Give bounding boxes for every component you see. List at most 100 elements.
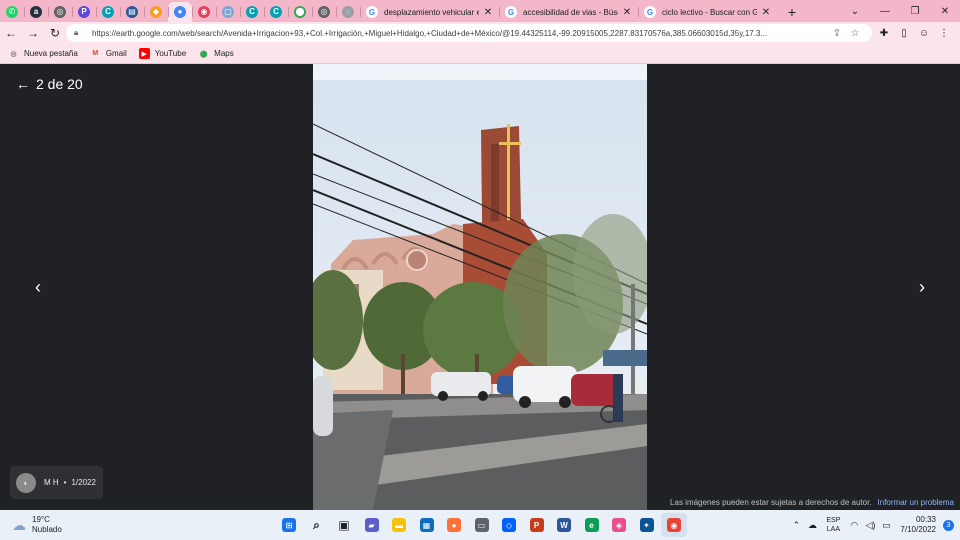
system-tray: ⌃ ☁ ESP LAA ◠ ◁) ▭ 00:33 7/10/2022 3 — [788, 510, 954, 540]
url-text[interactable]: https://earth.google.com/web/search/Aven… — [92, 29, 828, 38]
cloud-icon: ☁ — [12, 516, 26, 533]
edge-icon: e — [584, 518, 599, 532]
taskbar-app-button[interactable]: ◉ — [661, 513, 687, 537]
pinned-tab[interactable]: C — [240, 2, 264, 22]
taskbar-apps: ⊞ ⌕ ▣ ▰ ▬ ▦ ● ▭ ◇ P We ◈ ✦ ◉ — [276, 513, 689, 537]
chevron-up-icon[interactable]: ⌃ — [788, 520, 804, 531]
firefox-icon: ● — [447, 518, 461, 532]
pinned-tab[interactable]: ● — [168, 2, 192, 22]
taskbar-app-button[interactable]: e — [579, 513, 605, 537]
weather-widget[interactable]: ☁ 19°C Nublado — [12, 515, 62, 535]
tab-title: desplazamiento vehicular em — [384, 7, 479, 17]
bookmark-youtube[interactable]: ▶ YouTube — [138, 48, 187, 59]
taskbar-app-button[interactable]: ▭ — [469, 513, 495, 537]
photo-date: 1/2022 — [71, 478, 96, 487]
taskbar-app-button[interactable]: ⌕ — [304, 513, 330, 537]
taskbar-app-button[interactable]: ◈ — [606, 513, 632, 537]
notification-badge[interactable]: 3 — [943, 519, 954, 531]
report-problem-link[interactable]: Informar un problema — [878, 498, 954, 507]
wifi-icon[interactable]: ◠ — [846, 520, 862, 531]
tab-accesibilidad[interactable]: G accesibilidad de vias - Búsqueda ✕ — [499, 2, 638, 22]
previous-photo-button[interactable]: ‹ — [26, 272, 50, 302]
bookmark-label: YouTube — [154, 49, 187, 58]
pinned-tab[interactable]: ▤ — [120, 2, 144, 22]
word-icon: W — [557, 518, 571, 532]
close-icon[interactable]: ✕ — [622, 7, 632, 18]
pinned-tab[interactable]: ◎ — [48, 2, 72, 22]
church-photo-image — [313, 64, 647, 510]
author-name: M H — [44, 478, 59, 487]
bookmark-label: Maps — [214, 49, 234, 58]
reload-button[interactable]: ↻ — [44, 23, 66, 43]
taskbar-app-button[interactable]: ✦ — [634, 513, 660, 537]
share-icon[interactable]: ⇪ — [828, 28, 846, 39]
earth-icon: ● — [174, 6, 186, 18]
onedrive-icon[interactable]: ☁ — [804, 520, 820, 531]
task-view-icon: ▣ — [338, 518, 350, 532]
windows-start-icon: ⊞ — [282, 518, 296, 532]
gmail-icon: M — [92, 50, 99, 57]
pinned-tab[interactable]: a — [24, 2, 48, 22]
lock-icon[interactable]: 🔒︎ — [74, 28, 86, 38]
volume-icon[interactable]: ◁) — [862, 520, 878, 531]
pinned-tab[interactable]: ◉ — [192, 2, 216, 22]
language-indicator[interactable]: ESP LAA — [826, 516, 840, 534]
close-icon[interactable]: ✕ — [483, 7, 493, 18]
tile-icon: ◆ — [150, 6, 162, 18]
clock[interactable]: 00:33 7/10/2022 — [900, 515, 936, 535]
canva-icon: C — [246, 6, 258, 18]
screen-icon: ▢ — [222, 6, 234, 18]
google-icon: G — [366, 6, 378, 18]
taskbar-app-button[interactable]: ▬ — [386, 513, 412, 537]
close-icon[interactable]: ✕ — [761, 7, 771, 18]
taskbar-app-button[interactable]: ▣ — [331, 513, 357, 537]
google-icon: G — [505, 6, 517, 18]
menu-kebab-icon[interactable]: ⋮ — [934, 23, 954, 43]
pinned-tab[interactable]: ◌ — [336, 2, 360, 22]
taskbar-app-button[interactable]: P — [524, 513, 550, 537]
pinned-tab[interactable]: C — [96, 2, 120, 22]
separator-dot: • — [63, 478, 67, 487]
pinned-tab[interactable]: ◆ — [144, 2, 168, 22]
pinned-tab[interactable]: ◎ — [312, 2, 336, 22]
back-to-earth-button[interactable]: ← 2 de 20 — [16, 76, 83, 92]
pinned-tab[interactable]: P — [72, 2, 96, 22]
battery-icon[interactable]: ▭ — [878, 520, 894, 531]
bookmark-nueva-pestana[interactable]: ◎ Nueva pestaña — [8, 48, 77, 59]
new-tab-button[interactable]: + — [781, 2, 803, 22]
back-button[interactable]: ← — [0, 23, 22, 43]
tab-ciclo-lectivo[interactable]: G ciclo lectivo - Buscar con Goo ✕ — [638, 2, 777, 22]
amazon-icon: a — [30, 6, 42, 18]
profile-avatar[interactable]: ☺ — [914, 23, 934, 43]
taskbar-app-button[interactable]: ⊞ — [276, 513, 302, 537]
bookmark-star-icon[interactable]: ☆ — [846, 28, 864, 39]
taskbar-app-button[interactable]: ▰ — [359, 513, 385, 537]
pinned-tab[interactable]: C — [264, 2, 288, 22]
clock-time: 00:33 — [915, 515, 936, 524]
taskbar-app-button[interactable]: ▦ — [414, 513, 440, 537]
address-bar[interactable]: 🔒︎ https://earth.google.com/web/search/A… — [66, 24, 872, 42]
tab-search-chevron-icon[interactable]: ⌄ — [840, 1, 870, 21]
taskbar-app-button[interactable]: W — [551, 513, 577, 537]
forward-button[interactable]: → — [22, 23, 44, 43]
close-window-button[interactable]: ✕ — [930, 1, 960, 21]
side-panel-icon[interactable]: ▯ — [894, 23, 914, 43]
pinned-tab[interactable]: ▢ — [216, 2, 240, 22]
clock-date: 7/10/2022 — [900, 525, 936, 534]
tab-desplazamiento[interactable]: G desplazamiento vehicular em ✕ — [360, 2, 499, 22]
pinned-tab[interactable]: ⬤ — [288, 2, 312, 22]
pinned-tab[interactable]: ✆ — [0, 2, 24, 22]
maps-pin-icon: ⬤ — [199, 50, 208, 58]
taskbar-app-button[interactable]: ● — [441, 513, 467, 537]
p-app-icon: P — [78, 6, 90, 18]
extensions-icon[interactable]: ✚ — [874, 23, 894, 43]
taskbar-app-button[interactable]: ◇ — [496, 513, 522, 537]
restore-button[interactable]: ❐ — [900, 1, 930, 21]
photo-attribution[interactable]: ◐ M H • 1/2022 — [10, 466, 103, 499]
search-icon: ⌕ — [313, 517, 320, 532]
next-photo-button[interactable]: › — [910, 272, 934, 302]
minimize-button[interactable]: — — [870, 1, 900, 21]
globe-icon: ◎ — [54, 6, 66, 18]
bookmark-gmail[interactable]: M Gmail — [90, 48, 126, 59]
bookmark-maps[interactable]: ⬤ Maps — [198, 48, 234, 59]
